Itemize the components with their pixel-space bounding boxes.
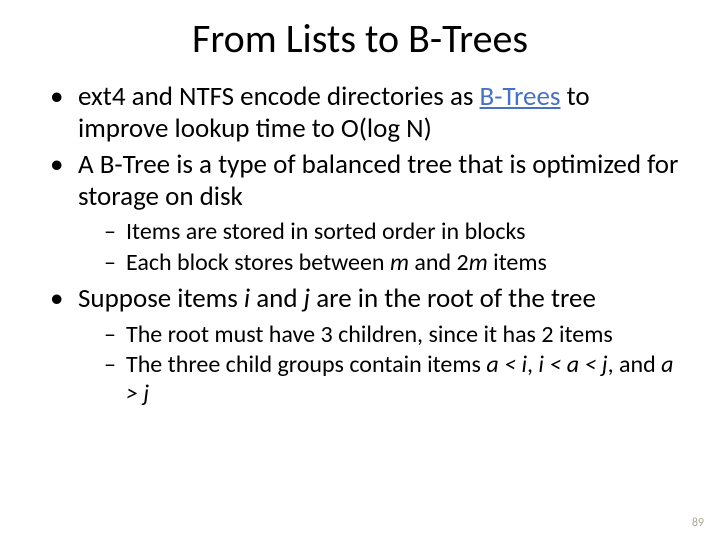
var-m: m	[469, 248, 488, 277]
link-btrees[interactable]: B-Trees	[480, 80, 561, 113]
bullet-item: ext4 and NTFS encode directories as B-Tr…	[50, 81, 682, 145]
page-number: 89	[692, 516, 704, 530]
text: are in the root of the tree	[310, 282, 596, 315]
text: Each block stores between	[126, 248, 390, 277]
bullet-item: Suppose items i and j are in the root of…	[50, 283, 682, 408]
slide-title: From Lists to B-Trees	[0, 14, 720, 63]
bullet-list: ext4 and NTFS encode directories as B-Tr…	[50, 81, 682, 408]
sub-item: Each block stores between m and 2m items	[104, 249, 682, 277]
var-m: m	[390, 248, 409, 277]
text: Items are stored in sorted order in bloc…	[126, 217, 526, 246]
sub-item: The three child groups contain items a <…	[104, 351, 682, 408]
text: The three child groups contain items	[126, 350, 486, 379]
text: ,	[527, 350, 538, 379]
slide: From Lists to B-Trees ext4 and NTFS enco…	[0, 0, 720, 540]
text: The root must have 3 children, since it …	[126, 320, 613, 349]
text: A B-Tree is a type of balanced tree that…	[78, 148, 678, 213]
sub-list: Items are stored in sorted order in bloc…	[104, 218, 682, 277]
text: , and	[608, 350, 662, 379]
text: and	[250, 282, 304, 315]
sub-item: Items are stored in sorted order in bloc…	[104, 218, 682, 246]
text: ext4 and NTFS encode directories as	[78, 80, 480, 113]
expr: a < i	[486, 350, 527, 379]
expr: i < a < j	[538, 350, 607, 379]
text: Suppose items	[78, 282, 244, 315]
sub-list: The root must have 3 children, since it …	[104, 321, 682, 408]
text: and 2	[409, 248, 469, 277]
bullet-item: A B-Tree is a type of balanced tree that…	[50, 149, 682, 277]
sub-item: The root must have 3 children, since it …	[104, 321, 682, 349]
text: items	[488, 248, 547, 277]
